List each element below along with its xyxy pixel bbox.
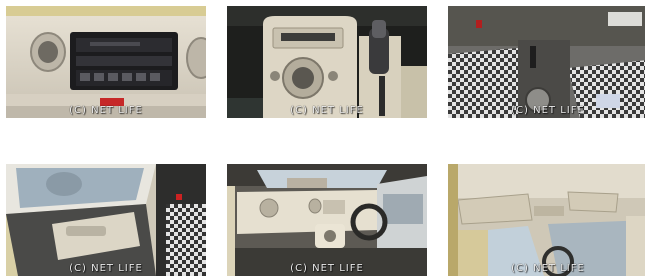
photo-dashboard-audio[interactable]: (C) NET LIFE	[6, 6, 206, 118]
photo-door-panel[interactable]: (C) NET LIFE	[6, 164, 206, 276]
watermark-text: (C) NET LIFE	[290, 105, 364, 116]
footwell-image	[448, 6, 645, 118]
watermark-text: (C) NET LIFE	[290, 263, 364, 274]
watermark-text: (C) NET LIFE	[69, 263, 143, 274]
watermark-text: (C) NET LIFE	[69, 105, 143, 116]
photo-climate-shifter[interactable]: (C) NET LIFE	[227, 6, 427, 118]
climate-shifter-image	[227, 6, 427, 118]
photo-full-dashboard[interactable]: (C) NET LIFE	[227, 164, 427, 276]
full-dashboard-image	[227, 164, 427, 276]
watermark-text: (C) NET LIFE	[511, 105, 585, 116]
watermark-text: (C) NET LIFE	[511, 263, 585, 274]
photo-footwell[interactable]: (C) NET LIFE	[448, 6, 645, 118]
dashboard-audio-image	[6, 6, 206, 118]
photo-headliner[interactable]: (C) NET LIFE	[448, 164, 645, 276]
headliner-image	[448, 164, 645, 276]
door-panel-image	[6, 164, 206, 276]
